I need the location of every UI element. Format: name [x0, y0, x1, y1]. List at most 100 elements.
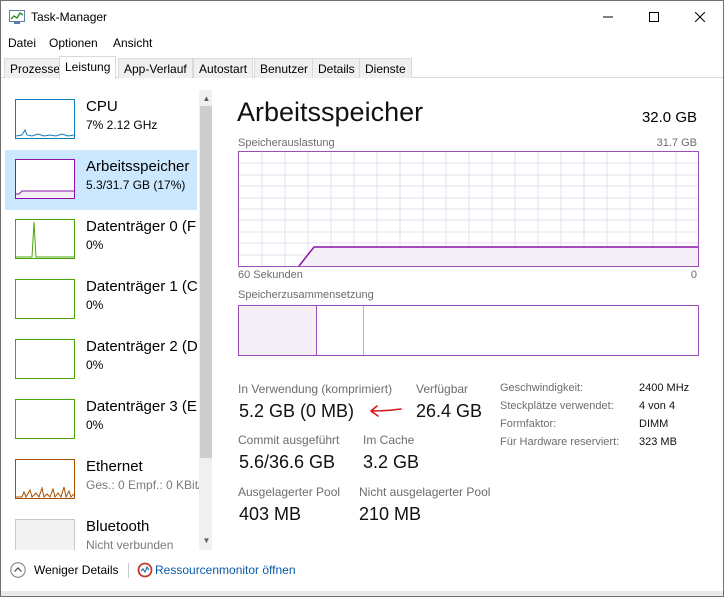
detail-key-slots: Steckplätze verwendet: [500, 400, 614, 412]
sidebar-item-sub: 7% 2.12 GHz [86, 118, 158, 132]
sidebar-item-name: Datenträger 3 (E [86, 398, 197, 415]
sidebar-item-name: Bluetooth [86, 518, 150, 535]
sidebar-item-name: Ethernet [86, 458, 143, 475]
sidebar-item-sub: 5.3/31.7 GB (17%) [86, 178, 186, 192]
resource-monitor-icon [137, 562, 153, 578]
memory-usage-area [299, 247, 698, 266]
sidebar-item-sub: 0% [86, 418, 104, 432]
cached-label: Im Cache [363, 433, 415, 447]
usage-graph-max: 31.7 GB [656, 137, 697, 149]
sidebar-item-sub: Nicht verbunden [86, 538, 174, 550]
close-icon [695, 12, 705, 22]
tab-benutzer[interactable]: Benutzer [254, 58, 315, 78]
memory-total: 32.0 GB [641, 109, 697, 126]
sidebar-item-name: CPU [86, 98, 118, 115]
detail-value-hardware-reserved: 323 MB [639, 436, 677, 448]
sidebar-item-cpu[interactable]: CPU 7% 2.12 GHz [5, 90, 197, 150]
detail-key-hardware-reserved: Für Hardware reserviert: [500, 436, 620, 448]
bluetooth-thumbnail-graph [15, 519, 75, 550]
sidebar-item-sub: 0% [86, 358, 104, 372]
time-axis-left: 60 Sekunden [238, 269, 303, 281]
sidebar-item-name: Datenträger 0 (F [86, 218, 197, 235]
sidebar-item-sub: Ges.: 0 Empf.: 0 KBit/s [86, 478, 208, 492]
page-title: Arbeitsspeicher [237, 97, 424, 127]
sidebar-item-name: Datenträger 2 (D [86, 338, 198, 355]
sidebar-item-disk-3[interactable]: Datenträger 3 (E 0% [5, 390, 197, 450]
detail-value-speed: 2400 MHz [639, 382, 690, 394]
composition-in-use [239, 306, 317, 355]
in-use-label: In Verwendung (komprimiert) [238, 382, 393, 396]
task-manager-app-icon [9, 10, 25, 24]
footer-separator [128, 563, 129, 578]
composition-divider [316, 306, 317, 355]
memory-usage-graph [238, 151, 699, 267]
detail-key-form-factor: Formfaktor: [500, 418, 557, 430]
paged-pool-label: Ausgelagerter Pool [238, 485, 341, 499]
tab-app-verlauf[interactable]: App-Verlauf [118, 58, 193, 78]
menu-bar: Datei Optionen Ansicht [1, 33, 723, 53]
disk-2-thumbnail-graph [15, 339, 75, 379]
sidebar-item-ethernet[interactable]: Ethernet Ges.: 0 Empf.: 0 KBit/s [5, 450, 207, 510]
minimize-button[interactable] [585, 1, 631, 33]
usage-graph-label: Speicherauslastung [238, 137, 335, 149]
title-bar[interactable]: Task-Manager [1, 1, 723, 33]
red-annotation-arrow-icon [370, 405, 402, 417]
fewer-details-link[interactable]: Weniger Details [34, 563, 118, 577]
cached-value: 3.2 GB [363, 452, 420, 472]
maximize-icon [649, 12, 659, 22]
in-use-value: 5.2 GB (0 MB) [239, 401, 355, 421]
sidebar-item-name: Datenträger 1 (C [86, 278, 198, 295]
scrollbar-thumb[interactable] [200, 106, 212, 458]
detail-value-slots: 4 von 4 [639, 400, 676, 412]
sidebar-item-disk-2[interactable]: Datenträger 2 (D 0% [5, 330, 198, 390]
paged-pool-value: 403 MB [239, 504, 302, 524]
composition-label: Speicherzusammensetzung [238, 289, 374, 301]
disk-3-thumbnail-graph [15, 399, 75, 439]
sidebar-item-arbeitsspeicher[interactable]: Arbeitsspeicher 5.3/31.7 GB (17%) [5, 150, 197, 210]
ethernet-sparkline [16, 486, 74, 498]
composition-divider [363, 306, 364, 355]
available-label: Verfügbar [416, 382, 469, 396]
cpu-sparkline [16, 128, 74, 137]
sidebar-item-disk-1[interactable]: Datenträger 1 (C 0% [5, 270, 198, 330]
sidebar-item-sub: 0% [86, 238, 104, 252]
sidebar-item-sub: 0% [86, 298, 104, 312]
tab-autostart[interactable]: Autostart [193, 58, 254, 78]
menu-datei[interactable]: Datei [8, 36, 36, 50]
memory-usage-chart [239, 152, 698, 267]
disk-0-sparkline [16, 221, 74, 258]
resource-sidebar: CPU 7% 2.12 GHz Arbeitsspeicher 5.3/31.7… [4, 90, 212, 550]
close-button[interactable] [677, 1, 723, 33]
footer-bar: Weniger Details Ressourcenmonitor öffnen [1, 554, 723, 586]
window-title: Task-Manager [31, 10, 108, 24]
disk-1-thumbnail-graph [15, 279, 75, 319]
bottom-edge-strip [1, 591, 723, 596]
resource-monitor-link[interactable]: Ressourcenmonitor öffnen [155, 563, 296, 577]
tab-strip: Prozesse Leistung App-Verlauf Autostart … [1, 56, 723, 79]
nonpaged-pool-label: Nicht ausgelagerter Pool [359, 485, 491, 499]
tab-dienste[interactable]: Dienste [359, 58, 412, 78]
cpu-thumbnail-graph [15, 99, 75, 139]
sidebar-item-bluetooth[interactable]: Bluetooth Nicht verbunden [5, 510, 197, 550]
disk-0-thumbnail-graph [15, 219, 75, 259]
maximize-button[interactable] [631, 1, 677, 33]
commit-label: Commit ausgeführt [238, 433, 340, 447]
menu-ansicht[interactable]: Ansicht [113, 36, 152, 50]
scroll-up-icon[interactable]: ▲ [199, 91, 212, 105]
menu-optionen[interactable]: Optionen [49, 36, 98, 50]
tab-details[interactable]: Details [312, 58, 361, 78]
sidebar-scrollbar[interactable]: ▲ ▼ [199, 90, 212, 550]
detail-key-speed: Geschwindigkeit: [500, 382, 584, 394]
chevron-up-circle-icon[interactable] [10, 562, 26, 578]
commit-value: 5.6/36.6 GB [239, 452, 336, 472]
tab-prozesse[interactable]: Prozesse [4, 58, 67, 78]
task-manager-window: Task-Manager Datei Optionen Ansicht Proz… [0, 0, 724, 597]
available-value: 26.4 GB [416, 401, 483, 421]
nonpaged-pool-value: 210 MB [359, 504, 422, 524]
tab-leistung[interactable]: Leistung [59, 56, 117, 79]
ethernet-thumbnail-graph [15, 459, 75, 499]
scroll-down-icon[interactable]: ▼ [199, 533, 212, 547]
time-axis-right: 0 [690, 269, 697, 281]
memory-thumbnail-graph [15, 159, 75, 199]
sidebar-item-disk-0[interactable]: Datenträger 0 (F 0% [5, 210, 197, 270]
